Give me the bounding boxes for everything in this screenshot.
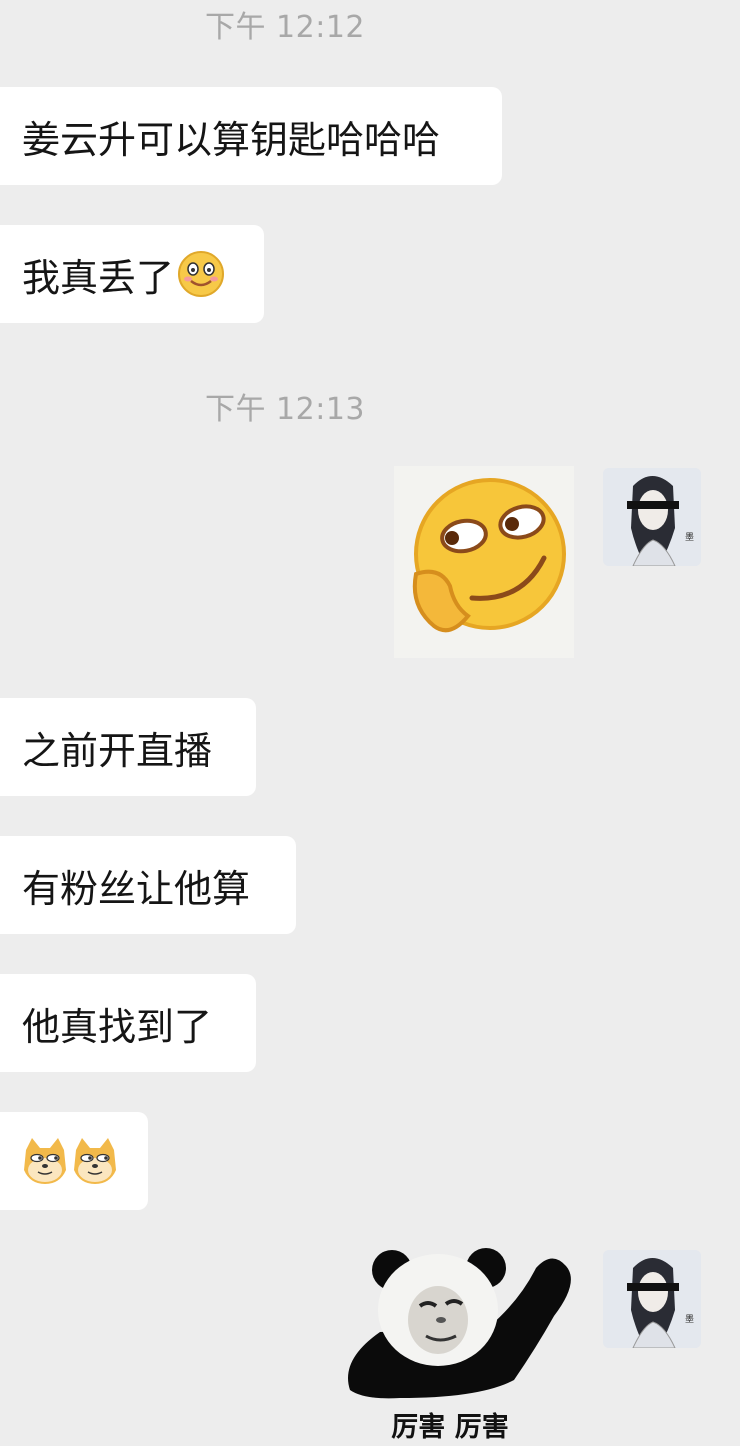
timestamp: 下午 12:12 (205, 10, 365, 45)
message-text: 我真丢了 (22, 255, 175, 300)
smirk-face-icon (412, 478, 566, 633)
user-avatar[interactable]: 墨 (603, 1250, 701, 1348)
message-text: 姜云升可以算钥匙哈哈哈 (22, 117, 441, 162)
svg-text:墨: 墨 (685, 532, 694, 543)
doge-emoji-icon (74, 1138, 116, 1184)
message-bubble[interactable] (0, 1112, 148, 1210)
message-bubble[interactable]: 他真找到了 (0, 974, 256, 1072)
message-bubble[interactable]: 姜云升可以算钥匙哈哈哈 (0, 87, 502, 185)
message-bubble[interactable]: 有粉丝让他算 (0, 836, 296, 934)
awkward-grin-emoji-icon (178, 251, 225, 297)
timestamp: 下午 12:13 (205, 392, 365, 427)
user-avatar[interactable]: 墨 (603, 468, 701, 566)
doge-emoji-icon (24, 1138, 66, 1184)
panda-meme-sticker[interactable]: 厉害 厉害 (340, 1240, 580, 1446)
message-bubble[interactable]: 我真丢了 (0, 225, 264, 323)
avatar-portrait-icon: 墨 (603, 1250, 701, 1348)
message-text: 之前开直播 (22, 728, 213, 773)
message-text: 有粉丝让他算 (22, 866, 251, 911)
smirk-face-sticker[interactable] (394, 466, 574, 658)
message-bubble[interactable]: 之前开直播 (0, 698, 256, 796)
sticker-caption: 厉害 厉害 (391, 1412, 509, 1443)
message-text: 他真找到了 (22, 1004, 213, 1049)
panda-meme-icon (348, 1248, 571, 1399)
svg-text:墨: 墨 (685, 1314, 694, 1325)
avatar-portrait-icon: 墨 (603, 468, 701, 566)
